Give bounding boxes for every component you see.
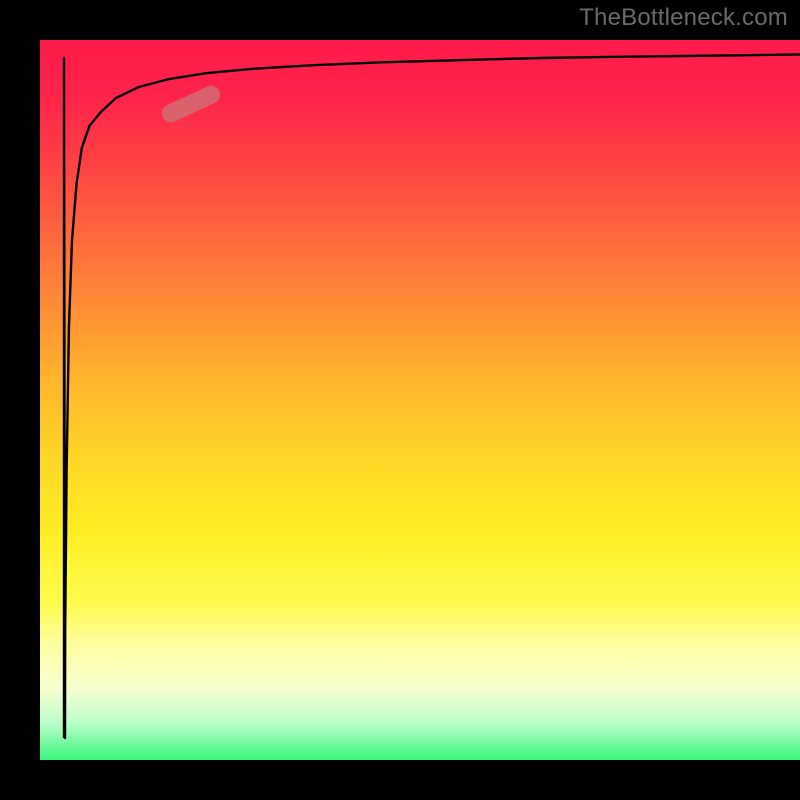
curve-path	[64, 54, 800, 738]
curve-svg	[40, 40, 800, 760]
watermark-text: TheBottleneck.com	[579, 4, 788, 32]
chart-plot-area	[40, 40, 800, 760]
